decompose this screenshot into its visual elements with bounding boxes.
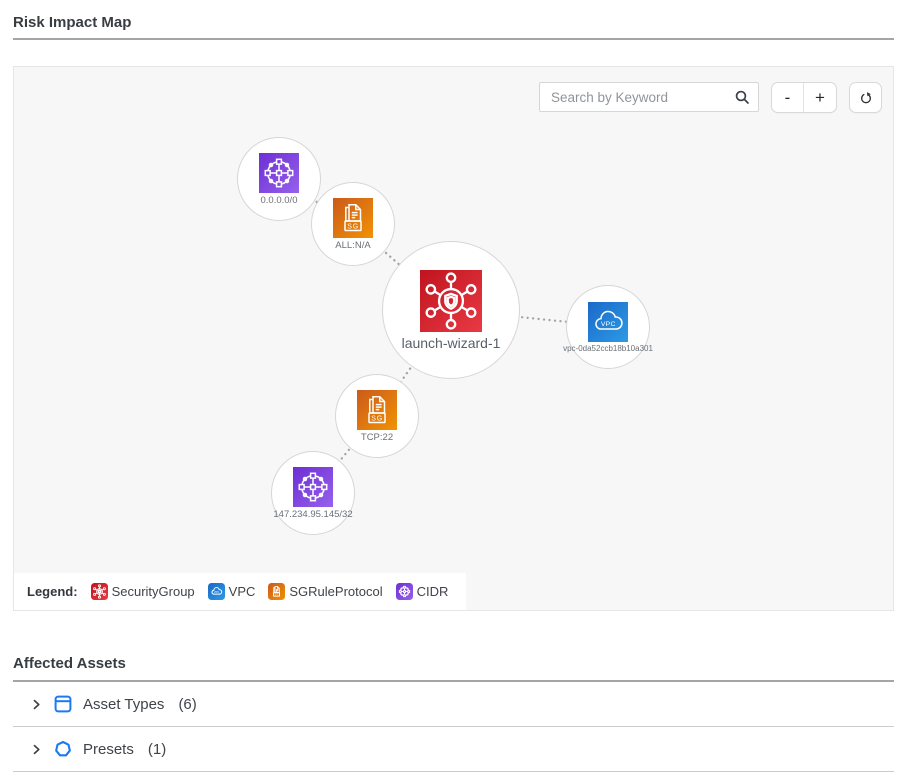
node-vpc[interactable]: vpc-0da52ccb18b10a301 (566, 285, 650, 369)
security-group-icon (91, 583, 108, 600)
legend-title: Legend: (27, 584, 78, 599)
asset-types-icon (54, 695, 72, 713)
vpc-icon (588, 302, 628, 342)
node-sg-rule-tcp22[interactable]: TCP:22 (335, 374, 419, 458)
zoom-in-button[interactable]: + (804, 83, 836, 112)
row-label: Asset Types (83, 696, 164, 713)
legend-item-securitygroup: SecurityGroup (91, 583, 195, 600)
cidr-icon (396, 583, 413, 600)
sg-rule-protocol-icon (357, 390, 397, 430)
asset-row-presets[interactable]: Presets (1) (13, 727, 894, 772)
node-label: ALL:N/A (335, 240, 370, 251)
affected-assets-title: Affected Assets (13, 655, 894, 682)
legend-item-label: SGRuleProtocol (289, 584, 382, 599)
legend-item-cidr: CIDR (396, 583, 449, 600)
node-cidr-any[interactable]: 0.0.0.0/0 (237, 137, 321, 221)
presets-icon (54, 740, 72, 758)
search-icon (734, 89, 751, 106)
chevron-right-icon (30, 698, 43, 711)
legend-item-label: CIDR (417, 584, 449, 599)
affected-assets-section: Affected Assets Asset Types (6) Presets … (13, 655, 894, 772)
node-label: 0.0.0.0/0 (261, 195, 298, 206)
zoom-out-button[interactable]: - (772, 83, 804, 112)
refresh-button[interactable] (849, 82, 882, 113)
row-label: Presets (83, 741, 134, 758)
legend-item-sgruleprotocol: SGRuleProtocol (268, 583, 382, 600)
row-count: (1) (148, 741, 166, 758)
cidr-icon (293, 467, 333, 507)
search-input[interactable] (539, 82, 759, 112)
asset-row-asset-types[interactable]: Asset Types (6) (13, 682, 894, 727)
row-count: (6) (178, 696, 196, 713)
page-header: Risk Impact Map (13, 0, 894, 40)
sg-rule-protocol-icon (268, 583, 285, 600)
cidr-icon (259, 153, 299, 193)
node-label: TCP:22 (361, 432, 393, 443)
legend-item-vpc: VPC (208, 583, 256, 600)
vpc-icon (208, 583, 225, 600)
legend: Legend: SecurityGroup VPC SGRuleProtocol… (14, 573, 466, 610)
node-cidr-host[interactable]: 147.234.95.145/32 (271, 451, 355, 535)
refresh-icon (858, 90, 874, 106)
chevron-right-icon (30, 743, 43, 756)
page-title: Risk Impact Map (13, 14, 894, 31)
node-label: launch-wizard-1 (402, 335, 501, 351)
legend-item-label: VPC (229, 584, 256, 599)
node-security-group[interactable]: launch-wizard-1 (382, 241, 520, 379)
risk-impact-map-panel[interactable]: - + 0.0.0.0/0 ALL:N/A launch-wizard-1 vp… (13, 66, 894, 611)
security-group-icon (420, 270, 482, 332)
node-sg-rule-all[interactable]: ALL:N/A (311, 182, 395, 266)
search-box (539, 82, 759, 112)
node-label: vpc-0da52ccb18b10a301 (563, 344, 653, 353)
map-toolbar: - + (539, 82, 882, 113)
node-label: 147.234.95.145/32 (273, 509, 352, 520)
sg-rule-protocol-icon (333, 198, 373, 238)
zoom-control-group: - + (771, 82, 837, 113)
legend-item-label: SecurityGroup (112, 584, 195, 599)
